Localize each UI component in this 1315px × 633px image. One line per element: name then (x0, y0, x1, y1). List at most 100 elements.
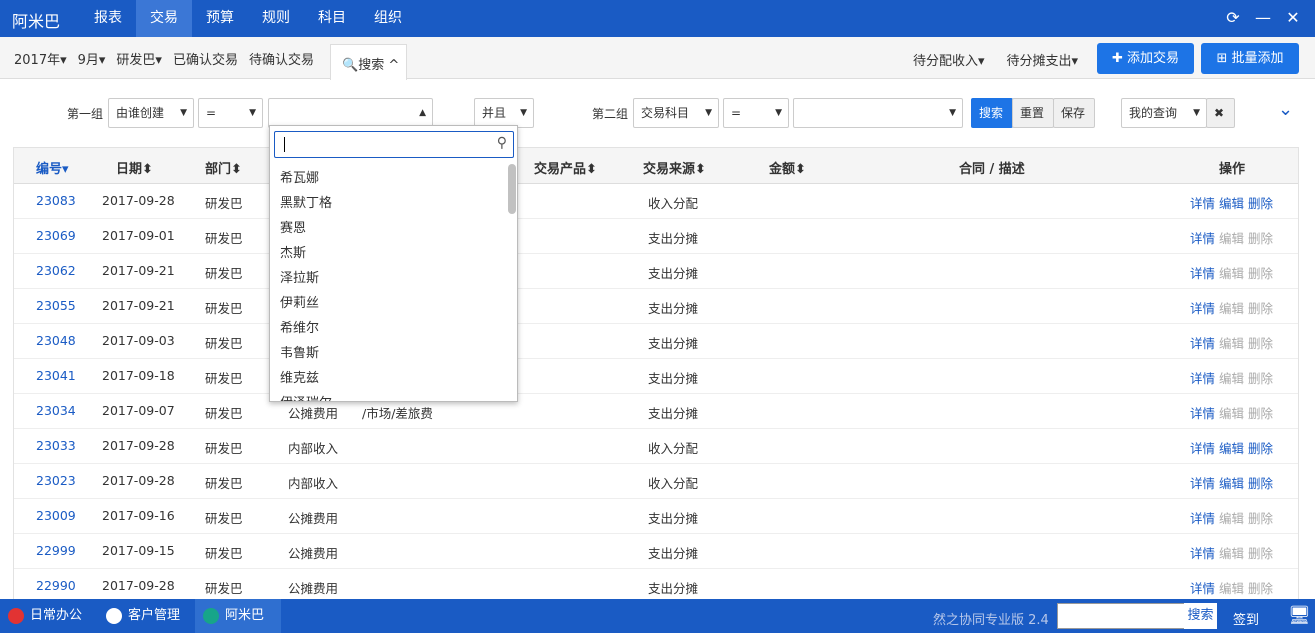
dropdown-arrow-icon: ▲ (419, 108, 426, 118)
task-amiba[interactable]: 阿米巴 (195, 599, 281, 633)
dropdown-option[interactable]: 希瓦娜 (280, 167, 319, 186)
delete-query-button[interactable]: ✖ (1206, 98, 1235, 128)
signin-button[interactable]: 签到 (1233, 609, 1259, 628)
nav-item[interactable]: 规则 (248, 0, 304, 37)
group1-field-select[interactable]: 由谁创建 ▼ (108, 98, 194, 128)
op2-select[interactable]: = ▼ (723, 98, 789, 128)
sub-link-right[interactable]: 待分配收入▾ (913, 50, 985, 69)
row-source: 支出分摊 (648, 581, 699, 596)
row-id-link[interactable]: 23033 (36, 438, 76, 453)
group1-value-select[interactable]: ▲ (268, 98, 433, 128)
sub-link[interactable]: 已确认交易 (173, 49, 238, 68)
sub-link-right[interactable]: 待分摊支出▾ (1007, 50, 1079, 69)
row-id-link[interactable]: 23055 (36, 298, 76, 313)
main-nav: 报表 交易 预算 规则 科目 组织 (80, 0, 416, 37)
detail-link[interactable]: 详情 (1190, 441, 1219, 456)
add-transaction-button[interactable]: ✚ 添加交易 (1097, 43, 1194, 74)
my-query-select[interactable]: 我的查询 ▼ (1121, 98, 1207, 128)
header-date[interactable]: 日期⬍ (116, 158, 153, 177)
task-crm[interactable]: 客户管理 (98, 599, 188, 633)
dropdown-option[interactable]: 韦鲁斯 (280, 342, 319, 361)
delete-link[interactable]: 删除 (1248, 196, 1273, 211)
row-id-link[interactable]: 23034 (36, 403, 76, 418)
row-id-link[interactable]: 23041 (36, 368, 76, 383)
delete-link: 删除 (1247, 371, 1273, 386)
header-source[interactable]: 交易来源⬍ (643, 158, 706, 177)
group2-value-select[interactable]: ▼ (793, 98, 963, 128)
detail-link[interactable]: 详情 (1190, 476, 1219, 491)
detail-link[interactable]: 详情 (1190, 371, 1219, 386)
sub-link[interactable]: 9月▾ (78, 49, 106, 68)
table-row: 22999 2017-09-15 研发巴 公摊费用 支出分摊 详情 编辑 删除 (14, 534, 1298, 569)
edit-link[interactable]: 编辑 (1219, 196, 1248, 211)
row-source: 支出分摊 (648, 231, 699, 246)
minimize-icon[interactable]: — (1255, 8, 1271, 27)
row-id-link[interactable]: 23062 (36, 263, 76, 278)
detail-link[interactable]: 详情 (1190, 231, 1219, 246)
edit-link: 编辑 (1218, 581, 1248, 596)
row-date: 2017-09-28 (102, 438, 175, 453)
row-id-link[interactable]: 23069 (36, 228, 76, 243)
save-button[interactable]: 保存 (1053, 98, 1095, 128)
task-daily-office[interactable]: 日常办公 (0, 599, 90, 633)
detail-link[interactable]: 详情 (1190, 336, 1219, 351)
row-id-link[interactable]: 23048 (36, 333, 76, 348)
dropdown-option[interactable]: 赛恩 (280, 217, 306, 236)
dropdown-option[interactable]: 杰斯 (280, 242, 306, 261)
delete-link[interactable]: 删除 (1248, 441, 1273, 456)
detail-link[interactable]: 详情 (1190, 301, 1219, 316)
brand-title[interactable]: 阿米巴 (12, 8, 60, 32)
refresh-icon[interactable]: ⟳ (1225, 8, 1241, 27)
dropdown-search-input[interactable]: ⚲ (274, 131, 514, 158)
row-id-link[interactable]: 22999 (36, 543, 76, 558)
detail-link[interactable]: 详情 (1190, 266, 1219, 281)
dropdown-scrollbar[interactable] (508, 164, 516, 214)
dropdown-option[interactable]: 伊莉丝 (280, 292, 319, 311)
dropdown-option[interactable]: 希维尔 (280, 317, 319, 336)
row-id-link[interactable]: 23083 (36, 193, 76, 208)
dropdown-option[interactable]: 伊泽瑞尔 (280, 392, 332, 401)
nav-item[interactable]: 交易 (136, 0, 192, 37)
app-icon (106, 608, 122, 624)
header-id[interactable]: 编号▾ (36, 158, 69, 177)
dropdown-option[interactable]: 泽拉斯 (280, 267, 319, 286)
delete-link: 删除 (1247, 406, 1273, 421)
footer-search-button[interactable]: 搜索 (1184, 603, 1217, 629)
sub-link[interactable]: 研发巴▾ (116, 49, 162, 68)
detail-link[interactable]: 详情 (1190, 406, 1219, 421)
sub-link[interactable]: 待确认交易 (249, 49, 314, 68)
search-button[interactable]: 搜索 (971, 98, 1013, 128)
footer-search-input[interactable] (1057, 603, 1185, 629)
detail-link[interactable]: 详情 (1190, 511, 1219, 526)
nav-item[interactable]: 科目 (304, 0, 360, 37)
header-dept[interactable]: 部门⬍ (205, 158, 242, 177)
nav-item[interactable]: 报表 (80, 0, 136, 37)
dropdown-option[interactable]: 黑默丁格 (280, 192, 332, 211)
row-id-link[interactable]: 23009 (36, 508, 76, 523)
dropdown-option[interactable]: 维克兹 (280, 367, 319, 386)
detail-link[interactable]: 详情 (1190, 196, 1219, 211)
desktop-icon[interactable]: 🖥 (1288, 605, 1311, 626)
edit-link[interactable]: 编辑 (1219, 476, 1248, 491)
row-id-link[interactable]: 22990 (36, 578, 76, 593)
batch-add-button[interactable]: ⊞ 批量添加 (1201, 43, 1299, 74)
op1-select[interactable]: = ▼ (198, 98, 263, 128)
header-amount[interactable]: 金额⬍ (769, 158, 806, 177)
chevron-double-down-icon[interactable]: ⌄ (1278, 99, 1293, 120)
close-icon[interactable]: ✕ (1285, 8, 1301, 27)
group2-field-select[interactable]: 交易科目 ▼ (633, 98, 719, 128)
search-tab[interactable]: 🔍搜索 ^ (330, 44, 407, 80)
reset-button-label: 重置 (1020, 106, 1045, 120)
delete-link[interactable]: 删除 (1248, 476, 1273, 491)
nav-item[interactable]: 预算 (192, 0, 248, 37)
detail-link[interactable]: 详情 (1190, 546, 1219, 561)
edit-link[interactable]: 编辑 (1219, 441, 1248, 456)
nav-item[interactable]: 组织 (360, 0, 416, 37)
and-select[interactable]: 并且 ▼ (474, 98, 534, 128)
sub-link[interactable]: 2017年▾ (14, 49, 67, 68)
row-id-link[interactable]: 23023 (36, 473, 76, 488)
detail-link[interactable]: 详情 (1190, 581, 1219, 596)
reset-button[interactable]: 重置 (1012, 98, 1054, 128)
header-product[interactable]: 交易产品⬍ (534, 158, 597, 177)
table-row: 23033 2017-09-28 研发巴 内部收入 收入分配 详情 编辑 删除 (14, 429, 1298, 464)
